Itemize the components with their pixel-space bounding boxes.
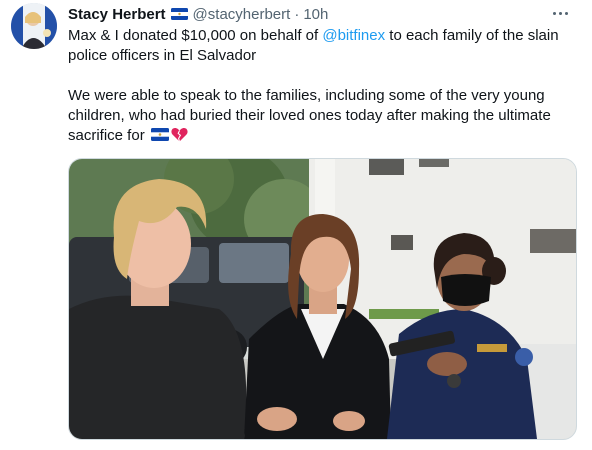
more-options-button[interactable] <box>550 6 570 20</box>
text-part: We were able to speak to the families, i… <box>68 87 551 144</box>
author-name[interactable]: Stacy Herbert <box>68 6 166 23</box>
el-salvador-flag-icon <box>170 8 188 20</box>
photo-illustration <box>69 159 576 439</box>
tweet-article[interactable]: Stacy Herbert @stacyherbert · 10h Max & … <box>0 0 592 450</box>
tweet-header: Stacy Herbert @stacyherbert · 10h <box>68 4 328 24</box>
mention-link[interactable]: @bitfinex <box>322 27 385 44</box>
author-handle[interactable]: @stacyherbert <box>193 6 291 23</box>
tweet-photo[interactable] <box>68 158 577 440</box>
avatar[interactable] <box>11 3 57 49</box>
el-salvador-flag-icon <box>150 128 169 141</box>
separator-dot: · <box>294 5 300 23</box>
tweet-paragraph-1: Max & I donated $10,000 on behalf of @bi… <box>68 26 578 66</box>
text-part: Max & I donated $10,000 on behalf of <box>68 27 323 44</box>
broken-heart-icon <box>171 128 188 142</box>
profile-photo-avatar <box>11 3 57 49</box>
more-options-icon <box>552 11 556 15</box>
tweet-text: Max & I donated $10,000 on behalf of @bi… <box>68 26 578 146</box>
timestamp[interactable]: 10h <box>303 6 328 23</box>
tweet-paragraph-2: We were able to speak to the families, i… <box>68 86 578 146</box>
more-options-dot <box>558 11 562 15</box>
more-options-dot <box>564 11 568 15</box>
